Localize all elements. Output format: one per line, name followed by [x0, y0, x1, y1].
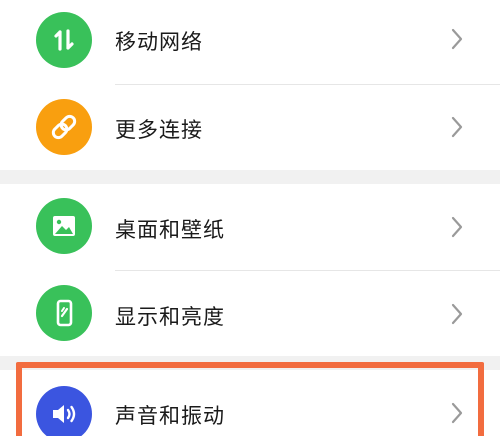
settings-item-label: 桌面和壁纸 — [115, 218, 225, 242]
chevron-right-icon — [451, 303, 463, 325]
chevron-right-icon — [451, 216, 463, 238]
settings-item-label: 移动网络 — [115, 30, 203, 54]
image-icon — [36, 198, 92, 254]
chevron-right-icon — [451, 402, 463, 424]
settings-item-desktop-wallpaper[interactable]: 桌面和壁纸 — [0, 184, 500, 270]
settings-item-label: 更多连接 — [115, 118, 203, 142]
mobile-data-arrows-icon — [36, 12, 92, 68]
settings-item-display-brightness[interactable]: 显示和亮度 — [0, 271, 500, 357]
phone-display-icon — [36, 285, 92, 341]
settings-item-label: 显示和亮度 — [115, 305, 225, 329]
settings-item-sound-vibration[interactable]: 声音和振动 — [0, 370, 500, 436]
settings-screen: 移动网络 更多连接 桌面和壁纸 显示和亮度 声音和振动 — [0, 0, 500, 436]
link-icon — [36, 99, 92, 155]
settings-item-more-connections[interactable]: 更多连接 — [0, 84, 500, 170]
speaker-icon — [36, 386, 92, 436]
chevron-right-icon — [451, 28, 463, 50]
chevron-right-icon — [451, 116, 463, 138]
settings-item-mobile-network[interactable]: 移动网络 — [0, 0, 500, 82]
settings-item-label: 声音和振动 — [115, 404, 225, 428]
